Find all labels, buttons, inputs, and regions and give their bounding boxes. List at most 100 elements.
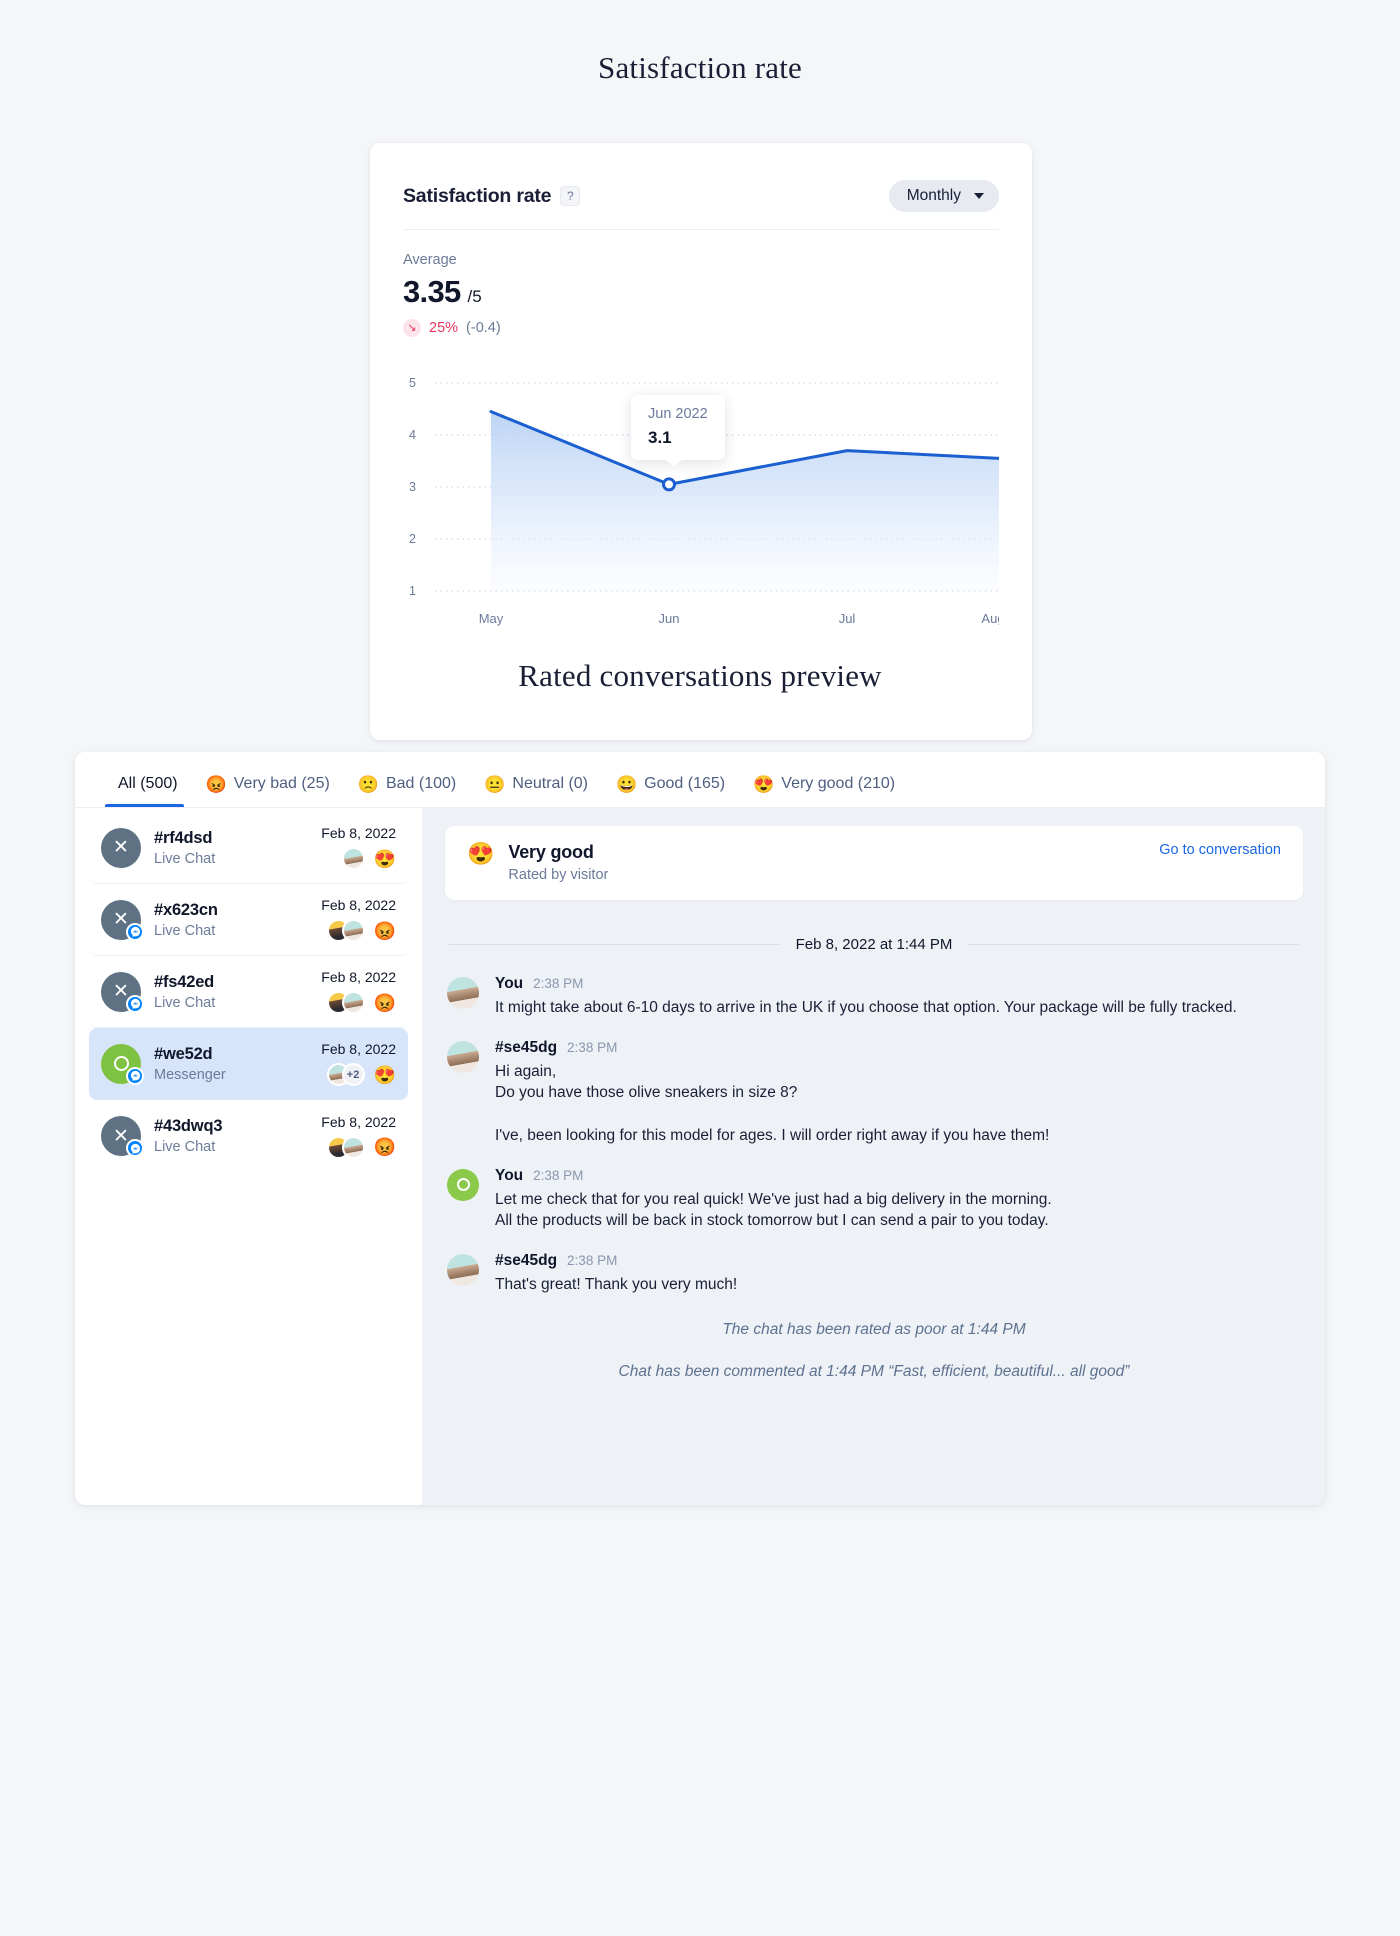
participant-avatars bbox=[326, 1135, 365, 1159]
conversation-date: Feb 8, 2022 bbox=[321, 969, 396, 985]
list-item[interactable]: ✕ #fs42ed Live Chat Feb 8, 2022 😡 bbox=[89, 956, 408, 1028]
message-author: #se45dg bbox=[495, 1251, 558, 1269]
heart-eyes-face-icon: 😍 bbox=[467, 841, 495, 866]
conversation-date: Feb 8, 2022 bbox=[321, 897, 396, 913]
chat-message-header: You 2:38 PM bbox=[495, 975, 1303, 993]
tab-bad[interactable]: 🙁 Bad (100) bbox=[344, 775, 470, 807]
rating-summary-left: 😍 Very good Rated by visitor bbox=[467, 841, 608, 883]
conversation-id: #x623cn bbox=[154, 900, 218, 919]
angry-face-icon: 😡 bbox=[373, 920, 396, 941]
list-item[interactable]: ✕ #rf4dsd Live Chat Feb 8, 2022 😍 bbox=[89, 812, 408, 884]
satisfaction-rate-card: Satisfaction rate ? Monthly Average 3.35… bbox=[370, 143, 1032, 740]
message-author: You bbox=[495, 975, 524, 992]
conversation-list: ✕ #rf4dsd Live Chat Feb 8, 2022 😍 ✕ #x62… bbox=[75, 808, 423, 1505]
messenger-badge-icon bbox=[126, 1139, 144, 1157]
conversation-source: Live Chat bbox=[154, 850, 216, 867]
conversation-meta: +2 😍 bbox=[321, 1063, 396, 1086]
angry-face-icon: 😡 bbox=[205, 774, 227, 794]
tab-very-good[interactable]: 😍 Very good (210) bbox=[739, 775, 909, 807]
tab-very-bad[interactable]: 😡 Very bad (25) bbox=[192, 775, 344, 807]
chart-x-axis: May Jun Jul Aug bbox=[479, 611, 999, 626]
tab-very-good-label: Very good (210) bbox=[781, 775, 896, 792]
chat-message-header: You 2:38 PM bbox=[495, 1167, 1303, 1185]
svg-text:3: 3 bbox=[409, 480, 416, 494]
conversation-date: Feb 8, 2022 bbox=[321, 825, 396, 841]
chat-message: #se45dg 2:38 PM Hi again, Do you have th… bbox=[445, 1039, 1303, 1147]
conversation-source: Live Chat bbox=[154, 1139, 216, 1155]
chart-area-fill bbox=[491, 411, 999, 591]
heart-eyes-face-icon: 😍 bbox=[373, 1064, 396, 1085]
svg-text:4: 4 bbox=[409, 428, 416, 442]
chat-message-header: #se45dg 2:38 PM bbox=[495, 1039, 1303, 1057]
list-item[interactable]: ✕ #x623cn Live Chat Feb 8, 2022 😡 bbox=[89, 884, 408, 956]
messenger-badge-icon bbox=[126, 922, 144, 941]
average-out-of: /5 bbox=[467, 287, 482, 306]
svg-text:Jun: Jun bbox=[659, 611, 680, 626]
tab-good-label: Good (165) bbox=[644, 775, 726, 792]
ring-avatar-icon bbox=[447, 1168, 479, 1201]
period-selector-value: Monthly bbox=[906, 187, 961, 204]
chat-message: You 2:38 PM Let me check that for you re… bbox=[445, 1167, 1303, 1232]
satisfaction-line-chart: 5 4 3 2 1 May Jun Jul Au Jun 2022 3.1 bbox=[403, 373, 999, 633]
chart-y-axis: 5 4 3 2 1 bbox=[409, 376, 416, 598]
conversation-avatar-wrap: ✕ bbox=[101, 899, 144, 941]
messenger-badge-icon bbox=[126, 994, 144, 1013]
date-separator: Feb 8, 2022 at 1:44 PM bbox=[449, 936, 1299, 953]
conversation-source: Live Chat bbox=[154, 994, 216, 1011]
svg-text:5: 5 bbox=[409, 376, 416, 390]
delta-row: ↘ 25% (-0.4) bbox=[403, 319, 999, 337]
participant-avatars bbox=[341, 847, 365, 870]
period-selector-dropdown[interactable]: Monthly bbox=[888, 180, 999, 212]
tab-good[interactable]: 😀 Good (165) bbox=[602, 775, 739, 807]
tab-neutral-label: Neutral (0) bbox=[512, 775, 588, 792]
message-text: That's great! Thank you very much! bbox=[495, 1275, 738, 1293]
page-root: Satisfaction rate Satisfaction rate ? Mo… bbox=[0, 0, 1400, 1936]
participant-avatars bbox=[326, 991, 365, 1014]
tab-neutral[interactable]: 😐 Neutral (0) bbox=[470, 775, 602, 807]
message-author: #se45dg bbox=[495, 1038, 558, 1056]
go-to-conversation-link[interactable]: Go to conversation bbox=[1159, 842, 1281, 858]
message-author: You bbox=[495, 1166, 524, 1184]
conversation-avatar-wrap: ✕ bbox=[101, 827, 141, 868]
rated-conversations-body: ✕ #rf4dsd Live Chat Feb 8, 2022 😍 ✕ #x62… bbox=[75, 808, 1325, 1505]
chat-message-body: You 2:38 PM Let me check that for you re… bbox=[495, 1167, 1303, 1232]
avatar bbox=[341, 1135, 365, 1159]
average-value: 3.35 bbox=[403, 274, 461, 309]
message-text: Hi again, Do you have those olive sneake… bbox=[495, 1062, 798, 1101]
page-title-rated-conversations: Rated conversations preview bbox=[518, 658, 882, 693]
rating-summary-text: Very good Rated by visitor bbox=[508, 842, 608, 883]
tooltip-label: Jun 2022 bbox=[648, 406, 708, 422]
chat-message-body: #se45dg 2:38 PM That's great! Thank you … bbox=[495, 1252, 1303, 1296]
conversation-main: #43dwq3 Live Chat bbox=[154, 1117, 321, 1155]
frowning-face-icon: 🙁 bbox=[357, 774, 379, 794]
conversation-date: Feb 8, 2022 bbox=[321, 1113, 396, 1130]
svg-text:Jul: Jul bbox=[839, 611, 856, 626]
list-item-selected[interactable]: #we52d Messenger Feb 8, 2022 +2 😍 bbox=[89, 1028, 408, 1100]
message-time: 2:38 PM bbox=[533, 976, 584, 991]
svg-text:Aug: Aug bbox=[981, 611, 999, 626]
chart-tooltip: Jun 2022 3.1 bbox=[631, 395, 725, 467]
conversation-avatar-wrap bbox=[101, 1043, 144, 1085]
system-note-commented: Chat has been commented at 1:44 PM “Fast… bbox=[618, 1363, 1130, 1381]
message-text-continued: I've, been looking for this model for ag… bbox=[495, 1126, 1050, 1144]
tab-all[interactable]: All (500) bbox=[97, 775, 192, 807]
conversation-id: #fs42ed bbox=[154, 972, 215, 991]
help-icon[interactable]: ? bbox=[560, 186, 581, 206]
message-time: 2:38 PM bbox=[567, 1252, 618, 1268]
conversation-meta: 😡 bbox=[321, 919, 396, 942]
conversation-preview-pane: 😍 Very good Rated by visitor Go to conve… bbox=[423, 808, 1325, 1505]
tab-all-label: All (500) bbox=[118, 775, 178, 792]
date-separator-label: Feb 8, 2022 at 1:44 PM bbox=[795, 936, 953, 953]
date-separator-line-left bbox=[449, 944, 780, 945]
list-item[interactable]: ✕ #43dwq3 Live Chat Feb 8, 2022 😡 bbox=[89, 1100, 408, 1172]
chat-message-body: #se45dg 2:38 PM Hi again, Do you have th… bbox=[495, 1039, 1303, 1147]
avatar bbox=[447, 977, 479, 1009]
delta-percent: 25% bbox=[429, 320, 459, 336]
chat-message-header: #se45dg 2:38 PM bbox=[495, 1252, 1303, 1270]
page-title-satisfaction: Satisfaction rate bbox=[598, 50, 802, 85]
heart-eyes-face-icon: 😍 bbox=[753, 774, 775, 794]
messenger-badge-icon bbox=[126, 1066, 144, 1085]
conversation-main: #x623cn Live Chat bbox=[154, 901, 321, 939]
conversation-right: Feb 8, 2022 😡 bbox=[321, 1114, 396, 1159]
system-note-rated: The chat has been rated as poor at 1:44 … bbox=[722, 1321, 1026, 1339]
